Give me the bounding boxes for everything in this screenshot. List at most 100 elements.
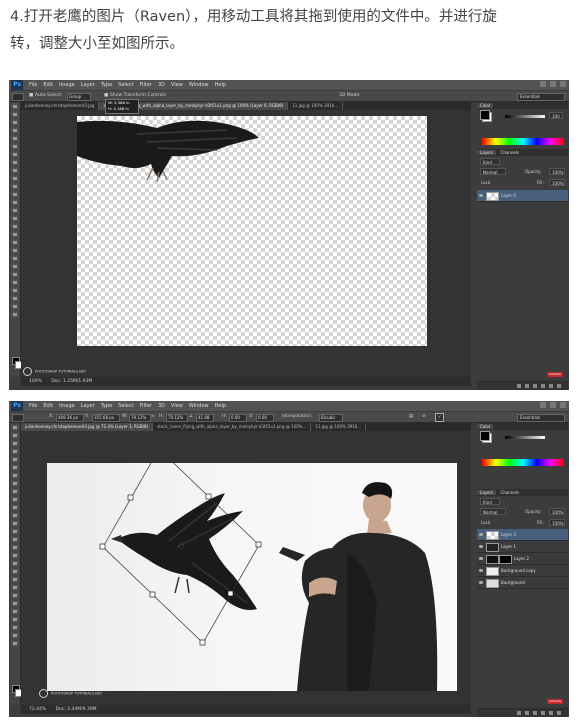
menu-item[interactable]: Help: [215, 401, 226, 411]
new-group-icon[interactable]: [541, 711, 545, 715]
workspace-dropdown[interactable]: Essentials: [517, 93, 565, 101]
link-layers-icon[interactable]: [517, 384, 521, 388]
layer-row[interactable]: Layer 2: [477, 553, 568, 565]
composite-image[interactable]: [47, 463, 457, 691]
tool-button-icon[interactable]: [11, 544, 19, 551]
tab-channels[interactable]: Channels: [498, 150, 523, 155]
tool-button-icon[interactable]: [11, 640, 19, 647]
interpolation-dropdown[interactable]: Bicubic: [319, 414, 343, 422]
tool-button-icon[interactable]: [11, 119, 19, 126]
commit-transform-icon[interactable]: ✓: [435, 413, 444, 422]
menu-item[interactable]: Layer: [81, 401, 95, 411]
tab-layers[interactable]: Layers: [477, 150, 497, 155]
tool-button-icon[interactable]: [11, 183, 19, 190]
tool-button-icon[interactable]: [11, 247, 19, 254]
tool-button-icon[interactable]: [11, 608, 19, 615]
tool-button-icon[interactable]: [11, 215, 19, 222]
tool-button-icon[interactable]: [11, 159, 19, 166]
layer-style-icon[interactable]: [525, 384, 529, 388]
tool-button-icon[interactable]: [11, 480, 19, 487]
menu-item[interactable]: File: [29, 401, 37, 411]
tool-button-icon[interactable]: [11, 167, 19, 174]
menu-item[interactable]: Image: [59, 80, 75, 90]
blend-mode-dropdown[interactable]: Normal: [480, 168, 506, 175]
opacity-field[interactable]: 100%: [549, 508, 565, 515]
color-panel-fg-swatch[interactable]: [480, 431, 490, 441]
tool-button-icon[interactable]: [11, 432, 19, 439]
w-field[interactable]: 79.12%: [129, 414, 151, 422]
document-tab[interactable]: stock_raven_flying_with_alpha_layer_by_m…: [153, 423, 312, 431]
angle-field[interactable]: 41.98: [196, 414, 214, 422]
link-layers-icon[interactable]: [517, 711, 521, 715]
menu-item[interactable]: Type: [101, 401, 112, 411]
delete-layer-icon[interactable]: [557, 711, 561, 715]
visibility-eye-icon[interactable]: [479, 194, 483, 197]
tool-button-icon[interactable]: [11, 536, 19, 543]
tool-button-icon[interactable]: [11, 255, 19, 262]
tool-button-icon[interactable]: [11, 191, 19, 198]
menu-item[interactable]: Select: [118, 401, 133, 411]
maximize-icon[interactable]: [550, 81, 556, 87]
menu-item[interactable]: Layer: [81, 80, 95, 90]
tool-button-icon[interactable]: [11, 552, 19, 559]
tool-button-icon[interactable]: [11, 520, 19, 527]
tool-button-icon[interactable]: [11, 624, 19, 631]
transform-preset-icon[interactable]: [12, 414, 24, 422]
tool-button-icon[interactable]: [11, 303, 19, 310]
menu-item[interactable]: Edit: [43, 401, 53, 411]
menu-item[interactable]: Window: [189, 401, 209, 411]
tab-layers[interactable]: Layers: [477, 490, 497, 495]
new-layer-icon[interactable]: [549, 711, 553, 715]
color-spectrum[interactable]: [482, 138, 564, 145]
move-tool-preset-icon[interactable]: [12, 93, 24, 101]
new-layer-icon[interactable]: [549, 384, 553, 388]
tab-channels[interactable]: Channels: [498, 490, 523, 495]
tool-button-icon[interactable]: [11, 472, 19, 479]
document-tab[interactable]: 11.jpg @ 100% 3916...: [288, 102, 344, 110]
layer-style-icon[interactable]: [525, 711, 529, 715]
tool-button-icon[interactable]: [11, 560, 19, 567]
visibility-eye-icon[interactable]: [479, 569, 483, 572]
tool-button-icon[interactable]: [11, 584, 19, 591]
tool-button-icon[interactable]: [11, 592, 19, 599]
tool-button-icon[interactable]: [11, 263, 19, 270]
tool-button-icon[interactable]: [11, 311, 19, 318]
visibility-eye-icon[interactable]: [479, 581, 483, 584]
color-slider[interactable]: [505, 436, 545, 439]
tool-button-icon[interactable]: [11, 600, 19, 607]
tool-button-icon[interactable]: [11, 632, 19, 639]
document-tab[interactable]: julianheeney.christophemoret3.jpg @ 72.4…: [21, 423, 154, 431]
layer-name[interactable]: Layer 0: [501, 190, 516, 201]
tool-button-icon[interactable]: [11, 424, 19, 431]
menu-item[interactable]: 3D: [158, 80, 165, 90]
tool-button-icon[interactable]: [11, 496, 19, 503]
document-tab[interactable]: 11.jpg @ 100% 3916...: [311, 423, 367, 431]
close-icon[interactable]: [560, 81, 566, 87]
layer-name[interactable]: Background: [501, 577, 525, 588]
h-field[interactable]: 79.12%: [166, 414, 188, 422]
menu-item[interactable]: Help: [215, 80, 226, 90]
tool-button-icon[interactable]: [11, 440, 19, 447]
tool-button-icon[interactable]: [11, 271, 19, 278]
auto-select-checkbox[interactable]: ■: [29, 91, 33, 101]
menu-item[interactable]: Type: [101, 80, 112, 90]
canvas-area[interactable]: [21, 110, 471, 377]
tab-color[interactable]: Color: [477, 103, 494, 108]
visibility-eye-icon[interactable]: [479, 545, 483, 548]
blend-mode-dropdown[interactable]: Normal: [480, 508, 506, 515]
raven-image[interactable]: [77, 116, 277, 186]
activate-button[interactable]: Activate: [547, 372, 563, 377]
layer-name[interactable]: Background copy: [501, 565, 536, 576]
opacity-field[interactable]: 100%: [549, 168, 565, 175]
menu-item[interactable]: File: [29, 80, 37, 90]
layer-row[interactable]: Layer 3: [477, 529, 568, 541]
layer-kind-filter[interactable]: Kind: [480, 498, 500, 505]
tool-button-icon[interactable]: [11, 135, 19, 142]
menu-item[interactable]: Filter: [140, 401, 152, 411]
menu-item[interactable]: View: [171, 401, 183, 411]
layer-name[interactable]: Layer 1: [501, 541, 516, 552]
layer-row[interactable]: Background copy: [477, 565, 568, 577]
activate-button[interactable]: Activate: [547, 699, 563, 704]
tool-button-icon[interactable]: [11, 103, 19, 110]
color-slider[interactable]: [505, 115, 545, 118]
